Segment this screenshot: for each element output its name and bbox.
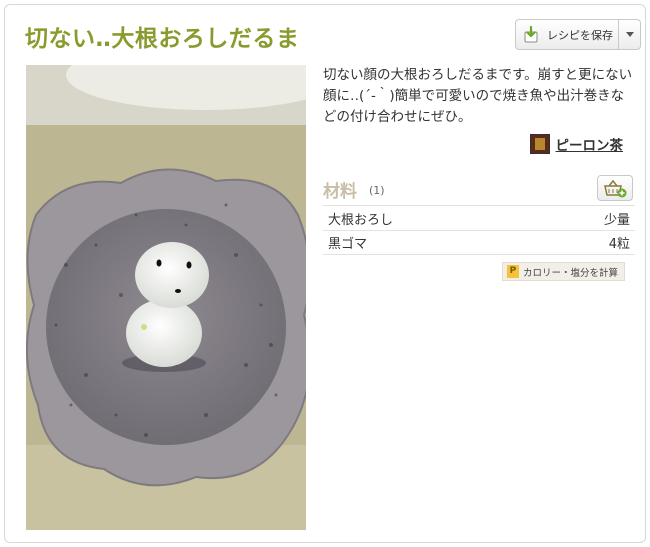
recipe-title: 切ない‥大根おろしだるま xyxy=(25,26,300,52)
save-options-dropdown[interactable] xyxy=(618,20,640,49)
recipe-photo xyxy=(26,65,306,530)
chevron-down-icon xyxy=(625,32,634,37)
ingredient-name: 黒ゴマ xyxy=(328,237,368,252)
save-recipe-label: レシピを保存 xyxy=(547,28,613,42)
ingredients-header: 材料 (1) xyxy=(323,175,635,203)
author-avatar xyxy=(529,134,550,154)
recipe-card: 切ない‥大根おろしだるま レシピを保存 切ない顔の大根おろしだるまです。崩すと更… xyxy=(4,4,646,543)
ingredients-servings: (1) xyxy=(369,183,385,197)
basket-add-icon xyxy=(604,179,627,198)
author-link[interactable]: ピーロン茶 xyxy=(529,134,624,154)
ingredients-list: 大根おろし 少量 黒ゴマ 4粒 xyxy=(323,205,635,255)
premium-icon: P xyxy=(506,265,519,278)
calorie-calc-label: カロリー・塩分を計算 xyxy=(522,267,618,279)
author-name[interactable]: ピーロン茶 xyxy=(556,134,624,154)
ingredient-name: 大根おろし xyxy=(328,212,394,228)
ingredient-row: 大根おろし 少量 xyxy=(323,205,635,230)
calorie-calc-button[interactable]: P カロリー・塩分を計算 xyxy=(501,262,625,281)
save-recipe-main[interactable]: レシピを保存 xyxy=(516,20,618,49)
recipe-description: 切ない顔の大根おろしだるまです。崩すと更にない顔に‥(´-｀)簡単で可愛いので焼… xyxy=(323,67,633,125)
ingredients-title: 材料 xyxy=(323,181,357,202)
ingredient-amount: 少量 xyxy=(603,212,630,228)
add-to-basket-button[interactable] xyxy=(597,175,633,201)
ingredient-amount: 4粒 xyxy=(608,237,630,252)
save-recipe-icon xyxy=(524,25,538,42)
ingredient-row: 黒ゴマ 4粒 xyxy=(323,230,635,255)
save-recipe-button[interactable]: レシピを保存 xyxy=(515,19,641,50)
